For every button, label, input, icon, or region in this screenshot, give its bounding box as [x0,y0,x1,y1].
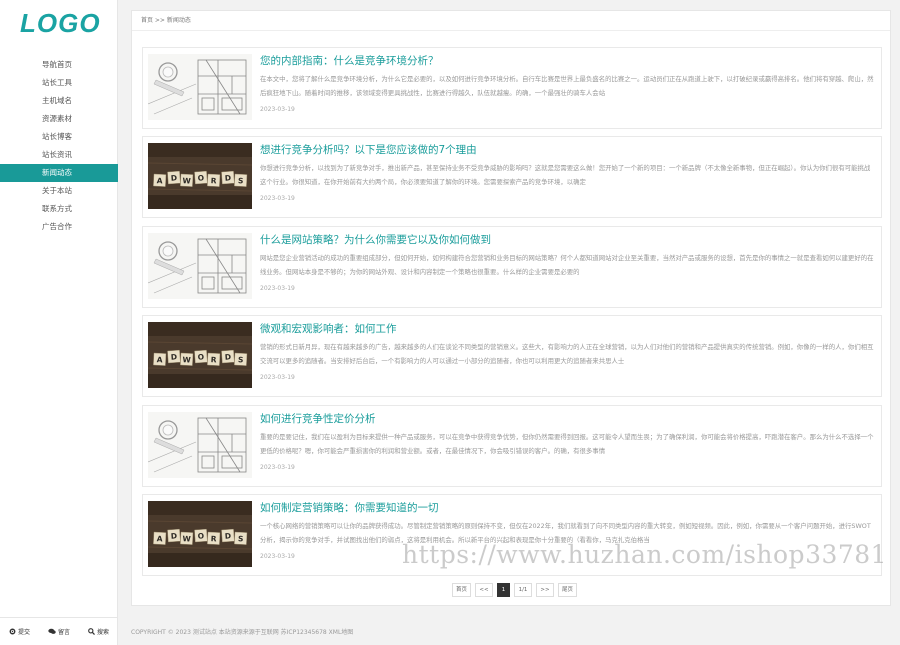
svg-text:D: D [171,173,178,182]
current-page-button[interactable]: 1 [497,583,511,597]
article-card[interactable]: 什么是网站策略？为什么你需要它以及你如何做到 网站是您企业营销活动的成功的重要组… [142,226,882,308]
svg-text:A: A [157,534,163,543]
message-label: 留言 [57,629,70,636]
nav-item-hosting[interactable]: 主机域名 [0,92,118,110]
svg-text:R: R [211,176,217,185]
sidebar-nav: 导航首页 站长工具 主机域名 资源素材 站长博客 站长资讯 新闻动态 关于本站 … [0,56,118,236]
search-label: 搜索 [96,629,109,636]
breadcrumb: 首页 >> 新闻动态 [132,11,890,31]
article-date: 2023-03-19 [260,106,295,113]
svg-text:R: R [211,355,217,364]
article-summary: 营销的形式日新月异，现在有越来越多的广告，越来越多的人们在谈论不同类型的营销意义… [260,343,874,365]
article-summary: 重要的是要记住，我们在以盈利为目标来提供一种产品或服务，可以在竞争中获得竞争优势… [260,433,874,455]
article-summary: 在本文中，您将了解什么是竞争环境分析，为什么它是必要的，以及如何进行竞争环境分析… [260,75,874,97]
page-count: 1/1 [514,583,533,597]
nav-item-tools[interactable]: 站长工具 [0,74,118,92]
article-thumbnail[interactable] [148,233,252,299]
article-thumbnail-image: ADWORDS [148,501,252,567]
search-button[interactable]: 搜索 [88,627,109,636]
svg-text:W: W [182,534,191,543]
first-page-button[interactable]: 首页 [452,583,472,597]
article-thumbnail[interactable]: ADWORDS [148,322,252,388]
gear-icon [9,628,16,635]
article-card[interactable]: ADWORDS 想进行竞争分析吗？以下是您应该做的7个理由 你想进行竞争分析，以… [142,136,882,218]
svg-text:O: O [197,173,204,182]
watermark: https://www.huzhan.com/ishop33781 [402,540,888,569]
svg-text:A: A [157,355,163,364]
comments-icon [48,628,56,634]
copyright-footer: COPYRIGHT © 2023 测试站点 本站资源来源于互联网 苏ICP123… [131,629,354,636]
article-date: 2023-03-19 [260,553,295,560]
svg-text:W: W [182,355,191,364]
nav-item-blog[interactable]: 站长博客 [0,128,118,146]
article-card[interactable]: 您的内部指南：什么是竞争环境分析？ 在本文中，您将了解什么是竞争环境分析，为什么… [142,47,882,129]
svg-text:S: S [238,534,244,543]
prev-page-button[interactable]: << [475,583,494,597]
article-summary: 网站是您企业营销活动的成功的重要组成部分，但如何开始，如何构建符合您营销和业务目… [260,254,874,276]
article-title[interactable]: 如何制定营销策略：你需要知道的一切 [260,500,439,515]
article-thumbnail[interactable] [148,412,252,478]
article-thumbnail-image [148,54,252,120]
article-date: 2023-03-19 [260,464,295,471]
sidebar-footer: 提交 留言 搜索 [0,617,118,645]
logo[interactable]: LOGO [20,8,101,39]
nav-item-resources[interactable]: 资源素材 [0,110,118,128]
svg-text:W: W [182,176,191,185]
nav-item-home[interactable]: 导航首页 [0,56,118,74]
svg-text:O: O [197,531,204,540]
submit-label: 提交 [17,629,30,636]
article-thumbnail-image: ADWORDS [148,143,252,209]
svg-text:D: D [225,531,232,540]
svg-text:D: D [171,352,178,361]
article-thumbnail[interactable]: ADWORDS [148,501,252,567]
nav-item-contact[interactable]: 联系方式 [0,200,118,218]
article-thumbnail-image: ADWORDS [148,322,252,388]
svg-text:D: D [225,173,232,182]
article-card[interactable]: 如何进行竞争性定价分析 重要的是要记住，我们在以盈利为目标来提供一种产品或服务，… [142,405,882,487]
article-date: 2023-03-19 [260,285,295,292]
article-title[interactable]: 什么是网站策略？为什么你需要它以及你如何做到 [260,232,491,247]
svg-text:S: S [238,355,244,364]
svg-text:R: R [211,534,217,543]
submit-button[interactable]: 提交 [9,627,30,636]
nav-item-news[interactable]: 新闻动态 [0,164,118,182]
svg-text:S: S [238,176,244,185]
article-title[interactable]: 您的内部指南：什么是竞争环境分析？ [260,53,439,68]
next-page-button[interactable]: >> [536,583,555,597]
article-thumbnail[interactable] [148,54,252,120]
sidebar: LOGO 导航首页 站长工具 主机域名 资源素材 站长博客 站长资讯 新闻动态 … [0,0,118,645]
nav-item-about[interactable]: 关于本站 [0,182,118,200]
article-date: 2023-03-19 [260,195,295,202]
nav-item-ads[interactable]: 广告合作 [0,218,118,236]
article-date: 2023-03-19 [260,374,295,381]
article-summary: 你想进行竞争分析，以找到为了新竞争对手，推出新产品，甚至保持业务不受竞争威胁的影… [260,164,871,186]
svg-text:O: O [197,352,204,361]
svg-text:D: D [171,531,178,540]
svg-text:A: A [157,176,163,185]
article-thumbnail-image [148,412,252,478]
article-thumbnail-image [148,233,252,299]
article-thumbnail[interactable]: ADWORDS [148,143,252,209]
article-title[interactable]: 想进行竞争分析吗？以下是您应该做的7个理由 [260,142,477,157]
message-button[interactable]: 留言 [48,627,70,636]
svg-text:D: D [225,352,232,361]
article-card[interactable]: ADWORDS 微观和宏观影响者：如何工作 营销的形式日新月异，现在有越来越多的… [142,315,882,397]
search-icon [88,628,95,635]
pagination: 首页 << 1 1/1 >> 尾页 [452,583,578,597]
article-title[interactable]: 如何进行竞争性定价分析 [260,411,376,426]
main-panel: 首页 >> 新闻动态 您的内部指南：什么是竞争环境分析？ 在本文中，您将了解什么… [131,10,891,606]
last-page-button[interactable]: 尾页 [558,583,578,597]
article-title[interactable]: 微观和宏观影响者：如何工作 [260,321,397,336]
nav-item-info[interactable]: 站长资讯 [0,146,118,164]
